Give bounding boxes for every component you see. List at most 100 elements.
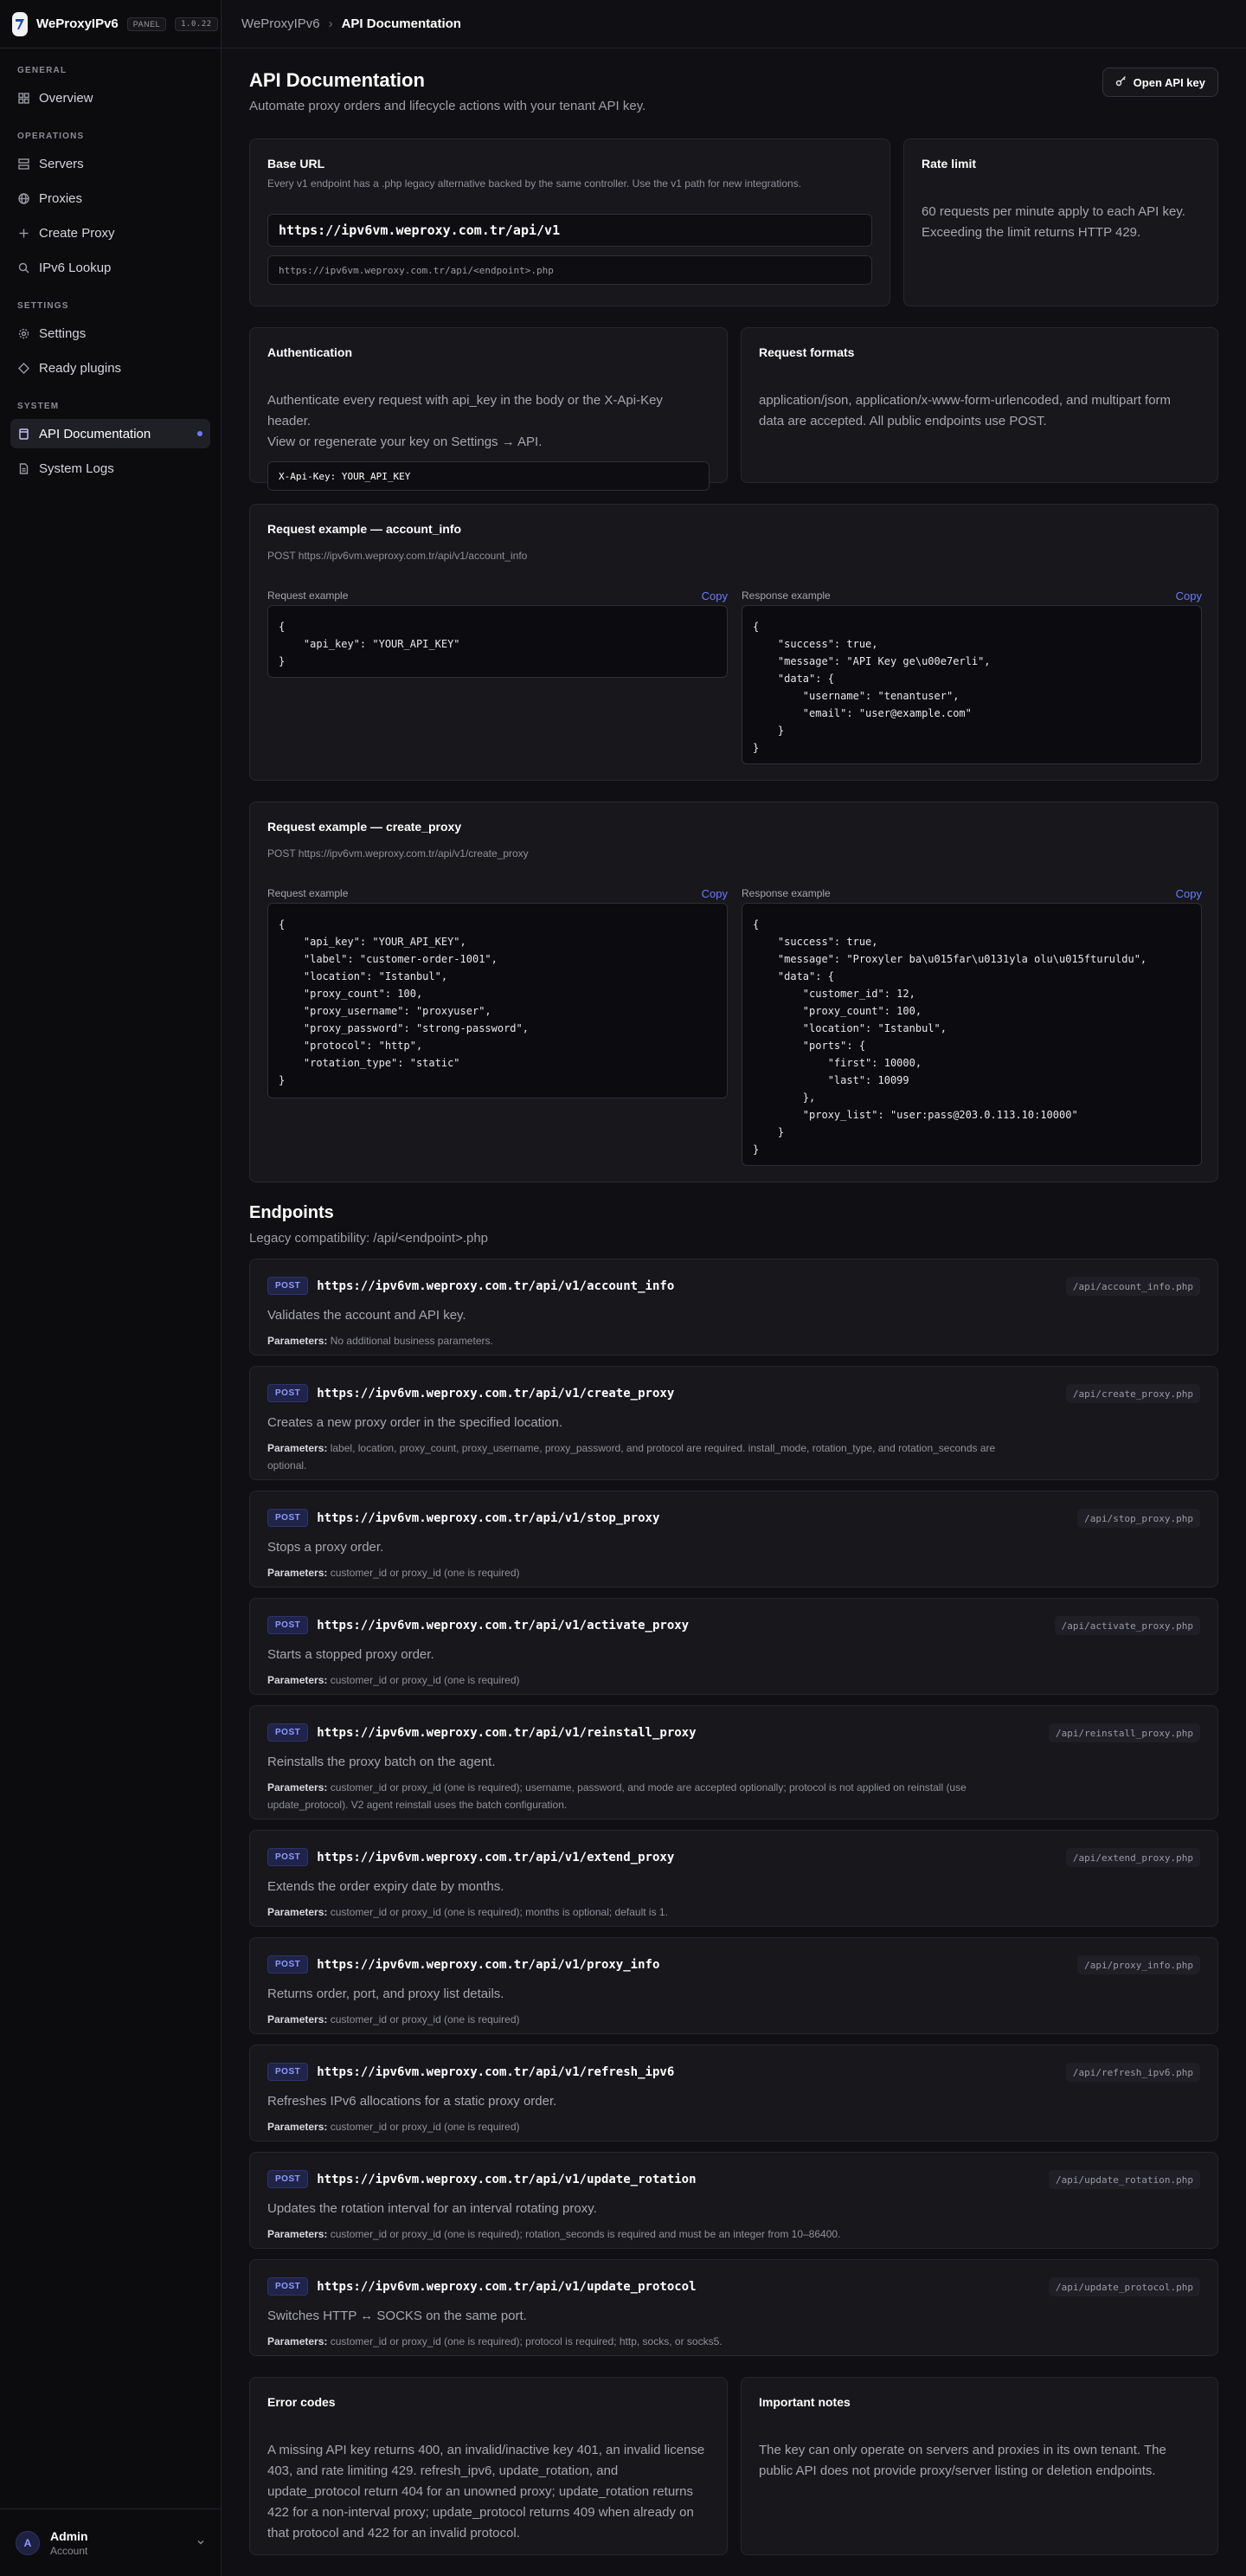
method-badge: POST [267, 1723, 309, 1742]
plugin-icon [17, 362, 29, 374]
sidebar-item-ipv6-lookup[interactable]: IPv6 Lookup [10, 253, 210, 282]
rate-limit-text: 60 requests per minute apply to each API… [922, 204, 1185, 219]
method-badge: POST [267, 2063, 309, 2081]
copy-response-button[interactable]: Copy [1176, 887, 1202, 900]
sidebar-item-ready-plugins[interactable]: Ready plugins [10, 353, 210, 383]
sidebar-item-api-documentation[interactable]: API Documentation [10, 419, 210, 448]
card-title: Important notes [759, 2395, 851, 2409]
breadcrumb: WeProxyIPv6 › API Documentation [222, 0, 1246, 48]
parameters-label: Parameters: [267, 2013, 328, 2025]
parameters-text: customer_id or proxy_id (one is required… [330, 2335, 723, 2347]
open-api-key-label: Open API key [1133, 75, 1205, 89]
page-subtitle: Automate proxy orders and lifecycle acti… [249, 99, 646, 113]
endpoint-url[interactable]: https://ipv6vm.weproxy.com.tr/api/v1/ext… [317, 1851, 674, 1864]
legacy-path: /api/activate_proxy.php [1054, 1616, 1200, 1635]
copy-request-button[interactable]: Copy [702, 589, 728, 602]
method-badge: POST [267, 1616, 309, 1634]
sidebar-item-label: Overview [39, 90, 93, 106]
nav-heading: OPERATIONS [17, 131, 85, 141]
endpoint-url[interactable]: https://ipv6vm.weproxy.com.tr/api/v1/act… [317, 1619, 689, 1633]
logo-icon[interactable] [12, 11, 28, 36]
endpoint-parameters: Parameters: customer_id or proxy_id (one… [267, 2333, 1029, 2350]
request-formats-card: Request formats application/json, applic… [741, 327, 1218, 483]
parameters-text: customer_id or proxy_id (one is required… [330, 2228, 841, 2240]
legacy-path: /api/reinstall_proxy.php [1049, 1723, 1200, 1742]
endpoints-subtitle: Legacy compatibility: /api/<endpoint>.ph… [249, 1231, 489, 1246]
request-example-label: Request example [267, 887, 349, 899]
globe-icon [17, 192, 29, 204]
sidebar-item-label: System Logs [39, 460, 114, 476]
page-header: API Documentation Automate proxy orders … [249, 48, 1218, 138]
sidebar-item-servers[interactable]: Servers [10, 149, 210, 178]
sidebar-item-settings[interactable]: Settings [10, 319, 210, 348]
parameters-label: Parameters: [267, 1442, 328, 1454]
method-badge: POST [267, 1277, 309, 1295]
endpoint-url[interactable]: https://ipv6vm.weproxy.com.tr/api/v1/acc… [317, 1279, 674, 1293]
legacy-path: /api/update_protocol.php [1049, 2277, 1200, 2296]
response-example-label: Response example [742, 887, 831, 899]
nav-section-settings: SETTINGS Settings Ready plugins [0, 298, 221, 383]
request-code-block[interactable]: { "api_key": "YOUR_API_KEY" } [267, 605, 728, 678]
endpoint-url[interactable]: https://ipv6vm.weproxy.com.tr/api/v1/upd… [317, 2173, 696, 2186]
server-icon [17, 158, 29, 170]
parameters-text: customer_id or proxy_id (one is required… [330, 2013, 520, 2025]
chevron-down-icon [196, 2536, 206, 2550]
sidebar-item-system-logs[interactable]: System Logs [10, 454, 210, 483]
example-endpoint: POST https://ipv6vm.weproxy.com.tr/api/v… [267, 847, 529, 860]
copy-request-button[interactable]: Copy [702, 887, 728, 900]
rate-limit-card: Rate limit 60 requests per minute apply … [903, 138, 1218, 306]
sidebar-item-overview[interactable]: Overview [10, 83, 210, 113]
nav-heading: SYSTEM [17, 401, 60, 411]
nav-section-general: GENERAL Overview [0, 62, 221, 113]
nav-heading: SETTINGS [17, 300, 69, 311]
gear-icon [17, 327, 29, 339]
breadcrumb-parent[interactable]: WeProxyIPv6 [241, 16, 320, 31]
endpoint-description: Returns order, port, and proxy list deta… [267, 1987, 504, 2001]
nav-section-system: SYSTEM API Documentation System Logs [0, 398, 221, 483]
endpoint-description: Starts a stopped proxy order. [267, 1647, 434, 1662]
version-badge: 1.0.22 [175, 16, 218, 31]
user-menu[interactable]: A Admin Account [0, 2508, 222, 2576]
parameters-label: Parameters: [267, 1567, 328, 1579]
open-api-key-button[interactable]: Open API key [1101, 68, 1218, 97]
brand: WeProxyIPv6 PANEL 1.0.22 [0, 0, 221, 48]
request-code-block[interactable]: { "api_key": "YOUR_API_KEY", "label": "c… [267, 903, 728, 1098]
formats-text: data are accepted. All public endpoints … [759, 414, 1047, 428]
response-code-block[interactable]: { "success": true, "message": "API Key g… [742, 605, 1202, 764]
sidebar: WeProxyIPv6 PANEL 1.0.22 GENERAL Overvie… [0, 0, 222, 2576]
endpoint-card: POST https://ipv6vm.weproxy.com.tr/api/v1… [249, 1705, 1218, 1819]
sidebar-item-create-proxy[interactable]: Create Proxy [10, 218, 210, 248]
legacy-path: /api/create_proxy.php [1065, 1384, 1200, 1403]
legacy-url-field[interactable]: https://ipv6vm.weproxy.com.tr/api/<endpo… [267, 255, 872, 285]
endpoint-description: Creates a new proxy order in the specifi… [267, 1415, 563, 1430]
endpoint-url[interactable]: https://ipv6vm.weproxy.com.tr/api/v1/pro… [317, 1958, 659, 1972]
api-key-header-example[interactable]: X-Api-Key: YOUR_API_KEY [267, 461, 710, 491]
parameters-text: No additional business parameters. [330, 1335, 493, 1347]
sidebar-item-proxies[interactable]: Proxies [10, 184, 210, 213]
base-url-field[interactable]: https://ipv6vm.weproxy.com.tr/api/v1 [267, 214, 872, 247]
endpoint-card: POST https://ipv6vm.weproxy.com.tr/api/v1… [249, 1259, 1218, 1356]
plus-icon [17, 227, 29, 239]
endpoint-parameters: Parameters: customer_id or proxy_id (one… [267, 1671, 1029, 1689]
endpoint-parameters: Parameters: customer_id or proxy_id (one… [267, 1564, 1029, 1581]
endpoint-card: POST https://ipv6vm.weproxy.com.tr/api/v1… [249, 1937, 1218, 2034]
example-create-proxy-card: Request example — create_proxy POST http… [249, 802, 1218, 1182]
formats-text: application/json, application/x-www-form… [759, 393, 1172, 408]
important-notes-text: The key can only operate on servers and … [759, 2443, 1166, 2478]
legacy-path: /api/extend_proxy.php [1065, 1848, 1200, 1867]
rate-limit-text: Exceeding the limit returns HTTP 429. [922, 225, 1141, 240]
endpoint-url[interactable]: https://ipv6vm.weproxy.com.tr/api/v1/rei… [317, 1726, 696, 1740]
example-endpoint: POST https://ipv6vm.weproxy.com.tr/api/v… [267, 550, 528, 562]
response-code-block[interactable]: { "success": true, "message": "Proxyler … [742, 903, 1202, 1166]
endpoint-parameters: Parameters: customer_id or proxy_id (one… [267, 1903, 1029, 1921]
endpoints-title: Endpoints [249, 1203, 334, 1222]
sidebar-item-label: IPv6 Lookup [39, 260, 112, 275]
copy-response-button[interactable]: Copy [1176, 589, 1202, 602]
endpoint-url[interactable]: https://ipv6vm.weproxy.com.tr/api/v1/ref… [317, 2065, 674, 2079]
endpoint-url[interactable]: https://ipv6vm.weproxy.com.tr/api/v1/cre… [317, 1387, 674, 1401]
user-name: Admin [50, 2528, 88, 2543]
method-badge: POST [267, 2170, 309, 2188]
endpoint-url[interactable]: https://ipv6vm.weproxy.com.tr/api/v1/upd… [317, 2280, 696, 2294]
parameters-text: label, location, proxy_count, proxy_user… [267, 1442, 996, 1472]
endpoint-url[interactable]: https://ipv6vm.weproxy.com.tr/api/v1/sto… [317, 1511, 659, 1525]
